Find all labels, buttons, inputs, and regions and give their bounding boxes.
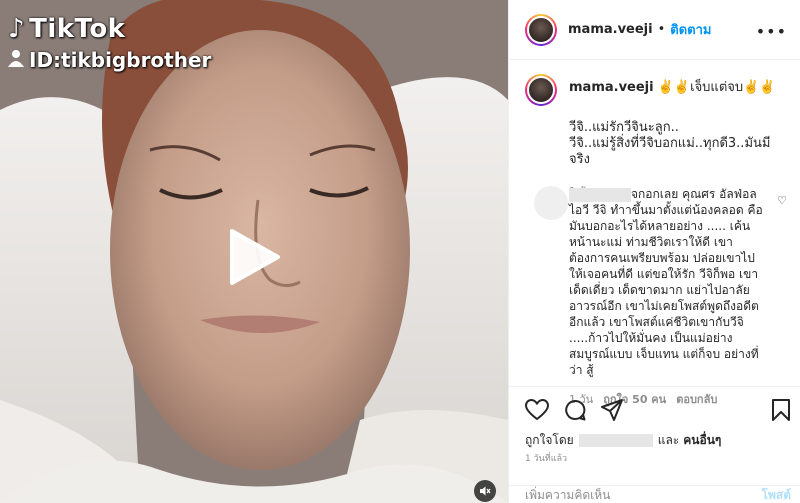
mute-icon xyxy=(480,486,491,496)
liked-by-suffix: และ xyxy=(657,433,680,447)
username-link[interactable]: mama.veeji xyxy=(568,22,653,37)
caption-title: ✌️✌️เจ็บแต่จบ✌️✌️ xyxy=(657,80,776,95)
tiktok-watermark: ♪ TikTok xyxy=(8,14,125,44)
tiktok-id: ID:tikbigbrother xyxy=(8,48,211,72)
post-header: mama.veeji • ติดตาม ••• xyxy=(509,0,800,60)
caption-username[interactable]: mama.veeji xyxy=(569,80,654,95)
comment-like-icon[interactable]: ♡ xyxy=(777,194,787,207)
caption-line: วีจิ..แม่รู้สิ่งที่วีจิบอกแม่..ทุกดี3..ม… xyxy=(569,136,771,167)
tiktok-brand: TikTok xyxy=(29,14,126,44)
liked-by-others[interactable]: คนอื่นๆ xyxy=(683,431,721,450)
mute-button[interactable] xyxy=(474,480,496,502)
more-icon[interactable]: ••• xyxy=(756,22,787,41)
caption-line: วีจิ..แม่รักวีจินะลูก.. xyxy=(569,120,679,135)
comment-item: จกอกเลย คุณศร อัลฟ่อล ไอวี วีจิ ทำาขึ้นม… xyxy=(525,186,791,408)
liked-by-prefix: ถูกใจโดย xyxy=(525,433,574,447)
post-actions: ถูกใจโดย และ คนอื่นๆ 1 วันที่แล้ว เพิ่มค… xyxy=(509,386,800,503)
video-player[interactable]: ♪ TikTok ID:tikbigbrother xyxy=(0,0,508,503)
caption-avatar[interactable] xyxy=(525,74,557,106)
caption-body: วีจิ..แม่รักวีจินะลูก.. วีจิ..แม่รู้สิ่ง… xyxy=(569,120,791,168)
liked-by: ถูกใจโดย และ คนอื่นๆ xyxy=(525,431,721,450)
redacted-liker xyxy=(578,434,653,447)
add-comment-input[interactable]: เพิ่มความคิดเห็น xyxy=(525,486,610,503)
follow-button[interactable]: ติดตาม xyxy=(670,19,711,40)
post-date: 1 วันที่แล้ว xyxy=(525,454,568,464)
share-icon[interactable] xyxy=(601,399,623,421)
comment-text: จกอกเลย คุณศร อัลฟ่อล ไอวี วีจิ ทำาขึ้นม… xyxy=(569,187,763,377)
tiktok-note-icon: ♪ xyxy=(8,14,26,44)
tiktok-id-text: ID:tikbigbrother xyxy=(29,48,212,72)
avatar[interactable] xyxy=(525,13,557,46)
comment-avatar[interactable] xyxy=(534,186,568,220)
post-panel: mama.veeji • ติดตาม ••• mama.veeji ✌️✌️เ… xyxy=(508,0,800,503)
bookmark-icon[interactable] xyxy=(771,399,791,421)
redacted-username xyxy=(569,187,631,202)
separator-dot: • xyxy=(657,22,666,37)
heart-icon[interactable] xyxy=(525,399,549,421)
play-icon[interactable] xyxy=(226,227,282,287)
add-comment-bar: เพิ่มความคิดเห็น โพสต์ xyxy=(509,485,800,503)
comment-icon[interactable] xyxy=(564,399,586,421)
person-icon xyxy=(8,49,24,72)
caption: mama.veeji ✌️✌️เจ็บแต่จบ✌️✌️ วีจิ..แม่รั… xyxy=(525,74,791,200)
post-comment-button[interactable]: โพสต์ xyxy=(762,486,791,503)
